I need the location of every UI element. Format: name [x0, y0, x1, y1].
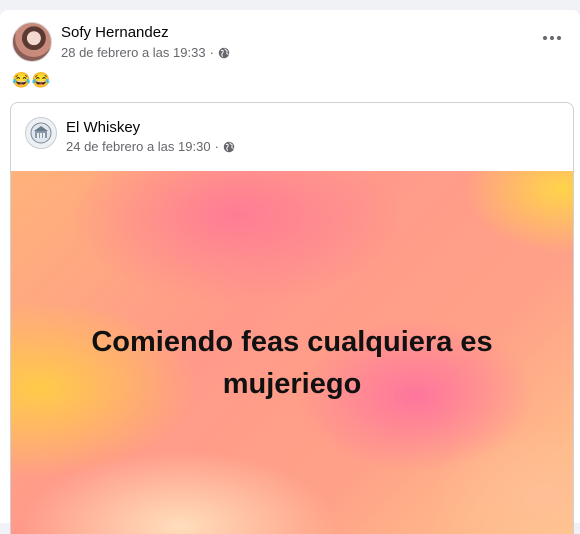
post-date[interactable]: 28 de febrero a las 19:33: [61, 45, 206, 60]
post-text: 😂😂: [12, 72, 52, 89]
background-post-text: Comiendo feas cualquiera es mujeriego: [91, 326, 493, 400]
globe-icon: [223, 141, 235, 152]
feed-post: Sofy Hernandez 28 de febrero a las 19:33…: [0, 10, 580, 534]
author-avatar[interactable]: [12, 22, 52, 62]
globe-icon: [218, 47, 230, 58]
page-name[interactable]: El Whiskey: [66, 119, 140, 136]
shared-meta: 24 de febrero a las 19:30 ·: [66, 139, 235, 154]
page-logo-icon: [30, 122, 52, 144]
post-meta: 28 de febrero a las 19:33 ·: [61, 45, 230, 60]
shared-date[interactable]: 24 de febrero a las 19:30: [66, 139, 211, 154]
background-text-post[interactable]: Comiendo feas cualquiera es mujeriego: [11, 171, 573, 534]
meta-separator: ·: [214, 139, 219, 154]
author-name[interactable]: Sofy Hernandez: [61, 24, 169, 41]
shared-post[interactable]: El Whiskey 24 de febrero a las 19:30 · C…: [10, 102, 574, 534]
page-avatar[interactable]: [25, 117, 57, 149]
more-options-icon[interactable]: [538, 28, 566, 48]
meta-separator: ·: [209, 45, 214, 60]
